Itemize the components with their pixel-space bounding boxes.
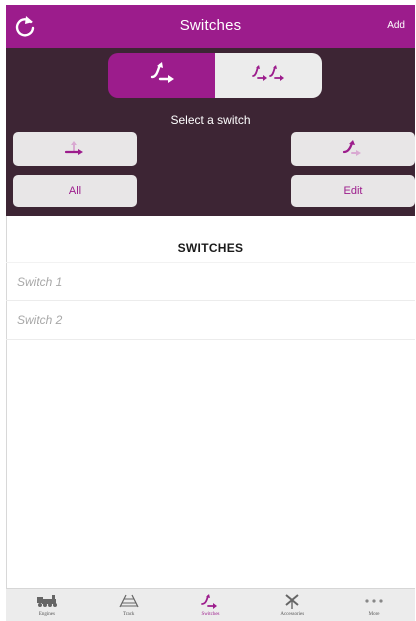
select-switch-label: Select a switch — [170, 113, 251, 127]
tab-switches[interactable]: Switches — [170, 589, 252, 621]
list-item-switch-1[interactable]: Switch 1 — [6, 262, 415, 301]
double-switch-icon — [250, 62, 288, 89]
tab-engines[interactable]: Engines — [6, 589, 88, 621]
more-icon — [362, 592, 386, 610]
switch-turn-icon — [341, 139, 365, 160]
track-icon — [117, 592, 141, 610]
edit-button[interactable]: Edit — [291, 175, 415, 207]
set-straight-button[interactable] — [13, 132, 137, 166]
section-title: SWITCHES — [177, 241, 244, 255]
all-button[interactable]: All — [13, 175, 137, 207]
tab-label: Engines — [38, 612, 55, 617]
tab-accessories[interactable]: Accessories — [251, 589, 333, 621]
tab-label: Track — [122, 612, 135, 617]
nav-header: Switches Add — [6, 5, 415, 48]
engine-icon — [35, 592, 59, 610]
list-item-switch-2[interactable]: Switch 2 — [6, 301, 415, 340]
tab-bar: Engines Track Switches Accessories More — [6, 588, 415, 621]
single-switch-icon — [147, 61, 177, 90]
tab-label: Accessories — [280, 612, 305, 617]
switch-type-segmented-control — [108, 53, 322, 98]
tab-more[interactable]: More — [333, 589, 415, 621]
segment-single-switch[interactable] — [108, 53, 215, 98]
add-button[interactable]: Add — [387, 20, 405, 31]
tab-label: More — [368, 612, 380, 617]
tab-track[interactable]: Track — [88, 589, 170, 621]
set-turn-button[interactable] — [291, 132, 415, 166]
tab-label: Switches — [201, 612, 220, 617]
switch-control-panel: Select a switch All Edit — [6, 48, 415, 216]
switch-icon — [198, 592, 222, 610]
switch-straight-icon — [63, 139, 87, 160]
crossing-icon — [280, 592, 304, 610]
page-title: Switches — [179, 17, 242, 34]
switch-list: Switch 1 Switch 2 — [6, 262, 415, 340]
segment-double-switch[interactable] — [215, 53, 322, 98]
